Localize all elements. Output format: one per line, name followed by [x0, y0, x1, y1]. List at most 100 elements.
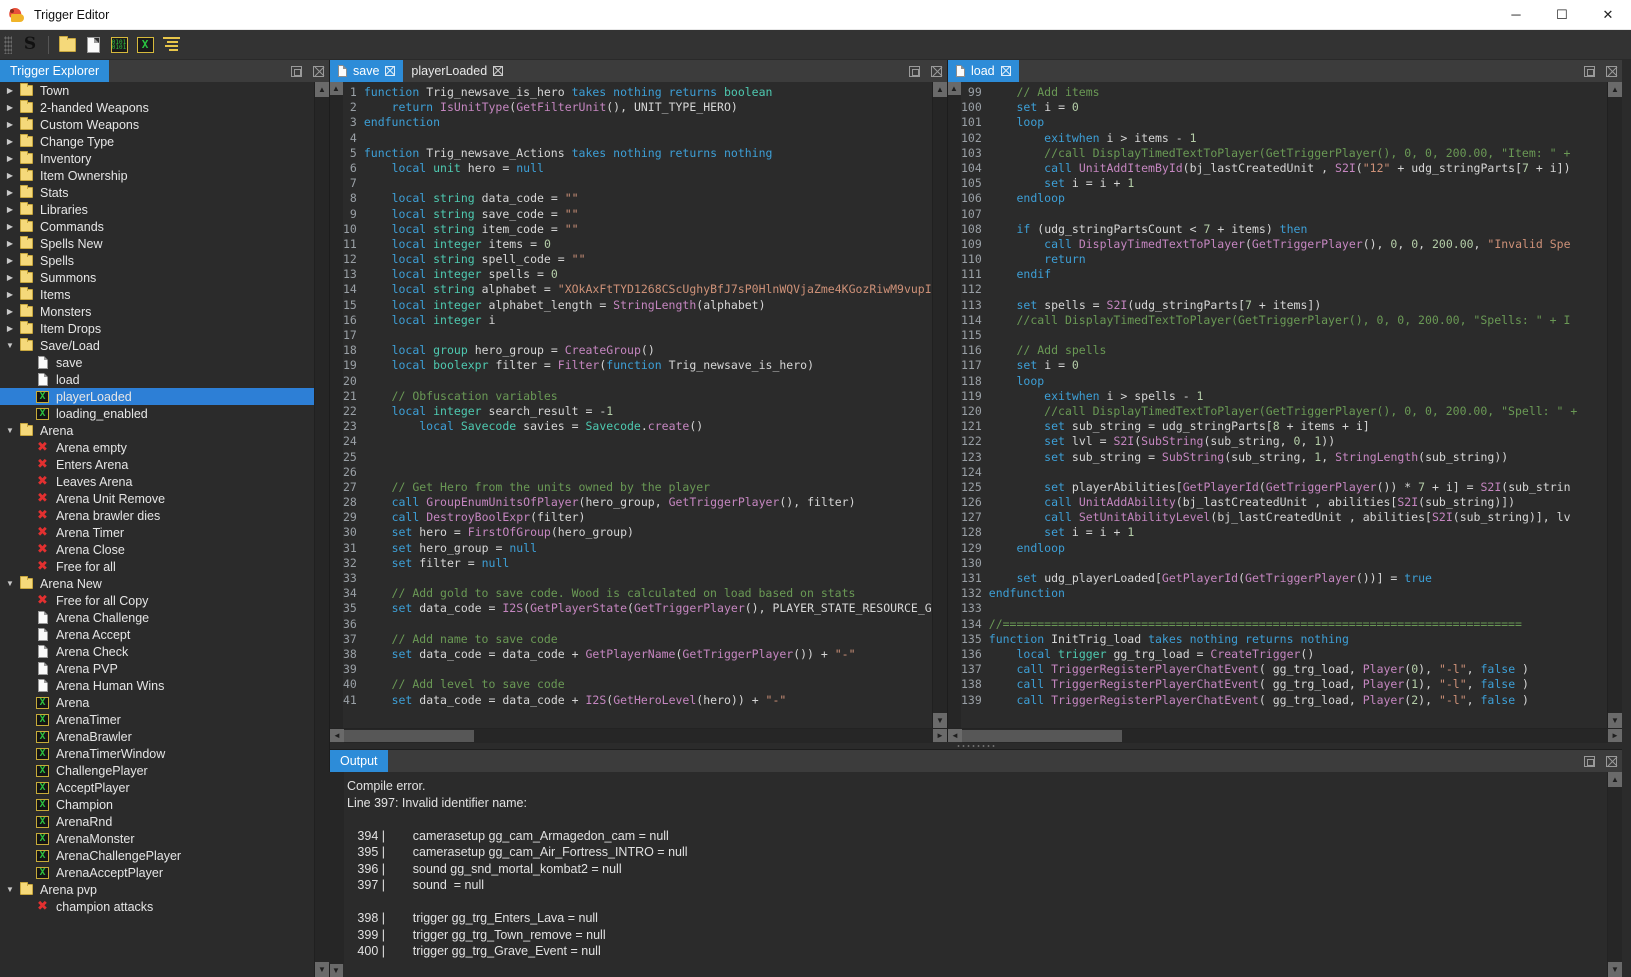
maximize-icon[interactable]	[1578, 60, 1600, 82]
tree-item-arena-close[interactable]: ✖Arena Close	[0, 541, 314, 558]
maximize-icon[interactable]	[1578, 750, 1600, 772]
new-gui-trigger-icon[interactable]: X	[133, 33, 157, 57]
tree-item-arena-unit-remove[interactable]: ✖Arena Unit Remove	[0, 490, 314, 507]
tree-item-libraries[interactable]: ▶Libraries	[0, 201, 314, 218]
tree-item-arenatimerwindow[interactable]: XArenaTimerWindow	[0, 745, 314, 762]
tree-vertical-scrollbar[interactable]: ▲ ▼	[314, 82, 329, 977]
tree-expander[interactable]: ▶	[2, 307, 18, 316]
tree-expander[interactable]: ▶	[2, 222, 18, 231]
scroll-up-button[interactable]: ▲	[948, 82, 961, 95]
scroll-track[interactable]	[962, 729, 1608, 743]
new-jass-script-icon[interactable]: 01010101	[107, 33, 131, 57]
tree-item-arenabrawler[interactable]: XArenaBrawler	[0, 728, 314, 745]
tab-playerloaded[interactable]: playerLoaded	[403, 60, 511, 82]
tree-expander[interactable]: ▶	[2, 273, 18, 282]
tree-item-stats[interactable]: ▶Stats	[0, 184, 314, 201]
tree-item-enters-arena[interactable]: ✖Enters Arena	[0, 456, 314, 473]
tree-item-arena-challenge[interactable]: Arena Challenge	[0, 609, 314, 626]
tree-item-inventory[interactable]: ▶Inventory	[0, 150, 314, 167]
tab-save[interactable]: save	[330, 60, 403, 82]
trigger-explorer-tab[interactable]: Trigger Explorer	[0, 60, 109, 82]
tree-item-spells[interactable]: ▶Spells	[0, 252, 314, 269]
tree-item-loading-enabled[interactable]: Xloading_enabled	[0, 405, 314, 422]
scroll-down-button[interactable]: ▼	[330, 964, 343, 977]
scroll-left-button[interactable]: ◄	[948, 729, 962, 743]
tree-item-item-drops[interactable]: ▶Item Drops	[0, 320, 314, 337]
left-code-area[interactable]: 1234567891011121314151617181920212223242…	[343, 82, 932, 728]
tree-expander[interactable]: ▼	[2, 885, 18, 894]
scroll-left-button[interactable]: ◄	[330, 729, 344, 743]
scroll-up-button[interactable]: ▲	[1608, 82, 1623, 97]
tree-item-item-ownership[interactable]: ▶Item Ownership	[0, 167, 314, 184]
tree-item-arena-pvp[interactable]: Arena PVP	[0, 660, 314, 677]
tree-item-save[interactable]: save	[0, 354, 314, 371]
close-icon[interactable]	[385, 66, 395, 76]
tree-item-town[interactable]: ▶Town	[0, 82, 314, 99]
left-vertical-scrollbar[interactable]: ▲ ▼	[932, 82, 947, 728]
output-left-scrollbar[interactable]: ▼	[330, 772, 343, 977]
tree-item-champion-attacks[interactable]: ✖champion attacks	[0, 898, 314, 915]
scroll-track[interactable]	[948, 95, 962, 728]
left-code-text[interactable]: function Trig_newsave_is_hero takes noth…	[364, 82, 932, 728]
tree-item-arenachallengeplayer[interactable]: XArenaChallengePlayer	[0, 847, 314, 864]
output-tab[interactable]: Output	[330, 750, 388, 772]
scroll-track[interactable]	[1608, 787, 1623, 962]
tree-item-arenaacceptplayer[interactable]: XArenaAcceptPlayer	[0, 864, 314, 881]
tree-expander[interactable]: ▶	[2, 86, 18, 95]
tree-expander[interactable]: ▶	[2, 290, 18, 299]
tree-item-arena-brawler-dies[interactable]: ✖Arena brawler dies	[0, 507, 314, 524]
tree-item-arena[interactable]: XArena	[0, 694, 314, 711]
tree-expander[interactable]: ▶	[2, 205, 18, 214]
tree-item-arena-timer[interactable]: ✖Arena Timer	[0, 524, 314, 541]
close-icon[interactable]	[1600, 60, 1622, 82]
tree-item-2-handed-weapons[interactable]: ▶2-handed Weapons	[0, 99, 314, 116]
scroll-track[interactable]	[344, 729, 933, 743]
output-vertical-scrollbar[interactable]: ▲ ▼	[1607, 772, 1622, 977]
tree-expander[interactable]: ▶	[2, 239, 18, 248]
tree-item-custom-weapons[interactable]: ▶Custom Weapons	[0, 116, 314, 133]
close-icon[interactable]	[1600, 750, 1622, 772]
tree-expander[interactable]: ▼	[2, 426, 18, 435]
scroll-thumb[interactable]	[962, 730, 1122, 742]
tree-expander[interactable]: ▶	[2, 188, 18, 197]
tree-expander[interactable]: ▶	[2, 154, 18, 163]
new-trigger-icon[interactable]	[81, 33, 105, 57]
tree-item-commands[interactable]: ▶Commands	[0, 218, 314, 235]
close-icon[interactable]	[493, 66, 503, 76]
close-icon[interactable]	[1001, 66, 1011, 76]
tree-expander[interactable]: ▶	[2, 137, 18, 146]
toolbar-drag-handle[interactable]	[4, 36, 12, 54]
scroll-up-button[interactable]: ▲	[1608, 772, 1623, 787]
scroll-down-button[interactable]: ▼	[315, 962, 330, 977]
close-icon[interactable]	[925, 60, 947, 82]
scroll-up-button[interactable]: ▲	[330, 82, 343, 95]
tree-item-playerloaded[interactable]: XplayerLoaded	[0, 388, 314, 405]
tree-expander[interactable]: ▶	[2, 256, 18, 265]
right-horizontal-scrollbar[interactable]: ◄ ►	[948, 728, 1622, 742]
left-horizontal-scrollbar[interactable]: ◄ ►	[330, 728, 947, 742]
tree-item-items[interactable]: ▶Items	[0, 286, 314, 303]
tree-item-monsters[interactable]: ▶Monsters	[0, 303, 314, 320]
maximize-button[interactable]: ☐	[1539, 0, 1585, 30]
left-code-left-scrollbar[interactable]: ▲	[330, 82, 343, 728]
scroll-track[interactable]	[329, 772, 344, 964]
tree-expander[interactable]: ▼	[2, 341, 18, 350]
scroll-down-button[interactable]: ▼	[933, 713, 948, 728]
tree-item-free-for-all[interactable]: ✖Free for all	[0, 558, 314, 575]
tree-item-acceptplayer[interactable]: XAcceptPlayer	[0, 779, 314, 796]
tree-expander[interactable]: ▼	[2, 579, 18, 588]
tree-item-challengeplayer[interactable]: XChallengePlayer	[0, 762, 314, 779]
scroll-right-button[interactable]: ►	[1608, 729, 1622, 743]
tree-item-arena-empty[interactable]: ✖Arena empty	[0, 439, 314, 456]
maximize-icon[interactable]	[285, 60, 307, 82]
tree-item-load[interactable]: load	[0, 371, 314, 388]
scroll-down-button[interactable]: ▼	[1608, 713, 1623, 728]
tree-item-arenarnd[interactable]: XArenaRnd	[0, 813, 314, 830]
tree-item-free-for-all-copy[interactable]: ✖Free for all Copy	[0, 592, 314, 609]
tree-expander[interactable]: ▶	[2, 120, 18, 129]
maximize-icon[interactable]	[903, 60, 925, 82]
tree-item-spells-new[interactable]: ▶Spells New	[0, 235, 314, 252]
scroll-track[interactable]	[1608, 97, 1623, 713]
tree-item-leaves-arena[interactable]: ✖Leaves Arena	[0, 473, 314, 490]
scroll-down-button[interactable]: ▼	[1608, 962, 1623, 977]
